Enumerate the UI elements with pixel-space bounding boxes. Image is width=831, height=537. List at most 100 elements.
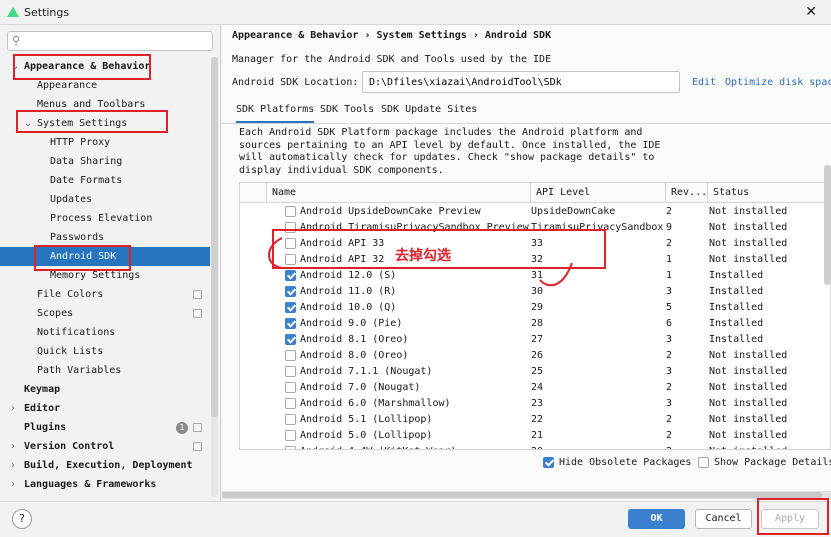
table-row[interactable]: Android 9.0 (Pie) 28 6 Installed xyxy=(240,316,830,332)
cell-status: Not installed xyxy=(709,444,787,449)
row-checkbox[interactable] xyxy=(285,286,296,297)
table-row[interactable]: Android UpsideDownCake Preview UpsideDown… xyxy=(240,204,830,220)
sidebar-item-languages-frameworks[interactable]: › Languages & Frameworks xyxy=(0,475,210,494)
chevron-right-icon[interactable]: › xyxy=(11,399,15,418)
cell-status: Installed xyxy=(709,302,764,313)
table-row[interactable]: Android 12.0 (S) 31 1 Installed xyxy=(240,268,830,284)
sidebar-item-memory-settings[interactable]: Memory Settings xyxy=(0,266,210,285)
header-status[interactable]: Status xyxy=(707,183,830,203)
table-row[interactable]: Android 6.0 (Marshmallow) 23 3 Not installe… xyxy=(240,396,830,412)
chevron-right-icon[interactable]: › xyxy=(11,456,15,475)
header-revision[interactable]: Rev... xyxy=(665,183,707,203)
sidebar-item-passwords[interactable]: Passwords xyxy=(0,228,210,247)
sidebar-item-appearance[interactable]: Appearance xyxy=(0,76,210,95)
tab-sdk-tools[interactable]: SDK Tools xyxy=(320,101,374,123)
row-checkbox[interactable] xyxy=(285,302,296,313)
show-package-details-checkbox[interactable] xyxy=(698,457,709,468)
hide-obsolete-checkbox[interactable] xyxy=(543,457,554,468)
sidebar-item-label: Version Control xyxy=(24,441,115,452)
search-box[interactable]: ⚲ xyxy=(7,31,213,51)
cancel-button[interactable]: Cancel xyxy=(695,509,752,529)
row-checkbox[interactable] xyxy=(285,222,296,233)
horizontal-scroll-thumb[interactable] xyxy=(222,492,822,498)
horizontal-scrollbar[interactable] xyxy=(222,491,831,499)
row-checkbox[interactable] xyxy=(285,430,296,441)
chevron-right-icon[interactable]: › xyxy=(11,475,15,494)
sidebar-item-appearance-behavior[interactable]: ⌄ Appearance & Behavior xyxy=(0,57,210,76)
sidebar-item-label: Data Sharing xyxy=(50,156,123,167)
edit-link[interactable]: Edit xyxy=(692,77,716,88)
table-row[interactable]: Android API 33 33 2 Not installed xyxy=(240,236,830,252)
sidebar-item-version-control[interactable]: › Version Control xyxy=(0,437,210,456)
sidebar-item-path-variables[interactable]: Path Variables xyxy=(0,361,210,380)
sidebar-item-keymap[interactable]: Keymap xyxy=(0,380,210,399)
chevron-down-icon[interactable]: ⌄ xyxy=(24,114,32,133)
table-scroll-thumb[interactable] xyxy=(824,165,831,285)
row-checkbox[interactable] xyxy=(285,350,296,361)
search-input[interactable] xyxy=(26,34,206,48)
sidebar-item-file-colors[interactable]: File Colors xyxy=(0,285,210,304)
sidebar-item-date-formats[interactable]: Date Formats xyxy=(0,171,210,190)
sidebar-item-process-elevation[interactable]: Process Elevation xyxy=(0,209,210,228)
sidebar-scrollbar[interactable] xyxy=(211,57,218,497)
table-row[interactable]: Android 11.0 (R) 30 3 Installed xyxy=(240,284,830,300)
row-checkbox[interactable] xyxy=(285,398,296,409)
table-row[interactable]: Android 5.0 (Lollipop) 21 2 Not installed xyxy=(240,428,830,444)
row-checkbox[interactable] xyxy=(285,366,296,377)
table-row[interactable]: Android 8.1 (Oreo) 27 3 Installed xyxy=(240,332,830,348)
table-row[interactable]: Android 7.0 (Nougat) 24 2 Not installed xyxy=(240,380,830,396)
sidebar-item-editor[interactable]: › Editor xyxy=(0,399,210,418)
table-row[interactable]: Android 5.1 (Lollipop) 22 2 Not installed xyxy=(240,412,830,428)
cell-status: Not installed xyxy=(709,414,788,425)
row-checkbox[interactable] xyxy=(285,446,296,449)
sidebar-item-label: System Settings xyxy=(37,118,128,129)
cell-name: Android 7.1.1 (Nougat) xyxy=(300,366,433,377)
table-row[interactable]: Android 7.1.1 (Nougat) 25 3 Not installed xyxy=(240,364,830,380)
sidebar-item-updates[interactable]: Updates xyxy=(0,190,210,209)
sidebar-item-android-sdk[interactable]: Android SDK xyxy=(0,247,210,266)
header-api-level[interactable]: API Level xyxy=(530,183,665,203)
sidebar-item-label: Path Variables xyxy=(37,365,122,376)
row-checkbox[interactable] xyxy=(285,206,296,217)
search-icon: ⚲ xyxy=(12,34,21,47)
row-checkbox[interactable] xyxy=(285,382,296,393)
row-checkbox[interactable] xyxy=(285,334,296,345)
row-checkbox[interactable] xyxy=(285,318,296,329)
sidebar-item-notifications[interactable]: Notifications xyxy=(0,323,210,342)
platform-description: Each Android SDK Platform package includ… xyxy=(239,127,661,176)
table-row[interactable]: Android 4.4W (KitKat Wear) 20 2 Not install… xyxy=(240,444,830,449)
ok-button[interactable]: OK xyxy=(628,509,685,529)
sdk-location-input[interactable] xyxy=(362,71,680,93)
tab-sdk-update-sites[interactable]: SDK Update Sites xyxy=(381,101,477,123)
sidebar-item-data-sharing[interactable]: Data Sharing xyxy=(0,152,210,171)
close-icon[interactable]: ✕ xyxy=(805,4,817,20)
optimize-disk-space-link[interactable]: Optimize disk space xyxy=(725,77,831,88)
tab-sdk-platforms[interactable]: SDK Platforms xyxy=(236,101,315,123)
apply-button[interactable]: Apply xyxy=(761,509,819,529)
settings-sidebar: ⚲ ⌄ Appearance & Behavior Appearance Menus … xyxy=(0,25,221,501)
row-checkbox[interactable] xyxy=(285,414,296,425)
sidebar-item-menus-and-toolbars[interactable]: Menus and Toolbars xyxy=(0,95,210,114)
sidebar-item-quick-lists[interactable]: Quick Lists xyxy=(0,342,210,361)
table-row[interactable]: Android API 32 32 1 Not installed xyxy=(240,252,830,268)
sidebar-scroll-thumb[interactable] xyxy=(211,57,218,417)
sidebar-item-scopes[interactable]: Scopes xyxy=(0,304,210,323)
row-checkbox[interactable] xyxy=(285,270,296,281)
sidebar-item-build-execution-deployment[interactable]: › Build, Execution, Deployment xyxy=(0,456,210,475)
header-name[interactable]: Name xyxy=(266,183,530,203)
cell-name: Android TiramisuPrivacySandbox Preview xyxy=(300,222,529,233)
table-row[interactable]: Android 10.0 (Q) 29 5 Installed xyxy=(240,300,830,316)
sidebar-item-http-proxy[interactable]: HTTP Proxy xyxy=(0,133,210,152)
row-checkbox[interactable] xyxy=(285,238,296,249)
table-row[interactable]: Android TiramisuPrivacySandbox Preview Ti… xyxy=(240,220,830,236)
cell-revision: 3 xyxy=(666,334,673,345)
table-row[interactable]: Android 8.0 (Oreo) 26 2 Not installed xyxy=(240,348,830,364)
help-button[interactable]: ? xyxy=(12,509,32,529)
hide-obsolete-label: Hide Obsolete Packages xyxy=(559,457,692,468)
row-checkbox[interactable] xyxy=(285,254,296,265)
chevron-down-icon[interactable]: ⌄ xyxy=(11,57,19,76)
sidebar-item-plugins[interactable]: Plugins 1 xyxy=(0,418,210,437)
chevron-right-icon[interactable]: › xyxy=(11,437,15,456)
sidebar-item-system-settings[interactable]: ⌄ System Settings xyxy=(0,114,210,133)
table-scrollbar[interactable] xyxy=(824,165,831,435)
